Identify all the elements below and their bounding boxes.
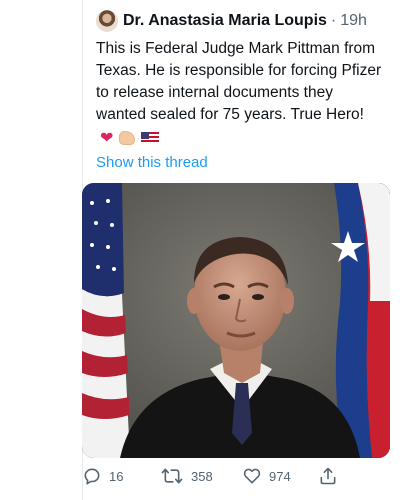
tweet-photo[interactable] bbox=[82, 183, 390, 458]
reply-icon bbox=[84, 468, 100, 485]
tweet-timestamp[interactable]: 19h bbox=[340, 12, 367, 30]
like-button[interactable]: 974 bbox=[242, 466, 291, 486]
avatar[interactable] bbox=[96, 10, 118, 32]
share-icon bbox=[320, 467, 336, 485]
share-button[interactable] bbox=[318, 466, 338, 486]
emoji-group: ❤ bbox=[100, 130, 160, 147]
header-separator: · bbox=[330, 12, 337, 29]
tweet-text: This is Federal Judge Mark Pittman from … bbox=[96, 38, 386, 148]
reply-count: 16 bbox=[109, 468, 124, 484]
portrait-photo-illustration bbox=[82, 183, 390, 458]
show-thread-link[interactable]: Show this thread bbox=[96, 154, 208, 171]
like-count: 974 bbox=[269, 468, 291, 484]
retweet-count: 358 bbox=[191, 468, 213, 484]
retweet-icon bbox=[161, 468, 183, 484]
tweet[interactable]: Dr. Anastasia Maria Loupis · 19h This is… bbox=[96, 8, 396, 172]
heart-emoji-icon: ❤ bbox=[100, 130, 114, 147]
tweet-actions: 16 358 974 bbox=[82, 466, 342, 490]
heart-icon bbox=[243, 468, 261, 484]
tweet-body: This is Federal Judge Mark Pittman from … bbox=[96, 40, 382, 123]
flexed-biceps-emoji-icon bbox=[119, 131, 136, 145]
tweet-header: Dr. Anastasia Maria Loupis · 19h bbox=[96, 8, 396, 34]
reply-button[interactable]: 16 bbox=[82, 466, 123, 486]
us-flag-emoji-icon bbox=[141, 132, 160, 144]
author-name[interactable]: Dr. Anastasia Maria Loupis bbox=[123, 12, 327, 30]
retweet-button[interactable]: 358 bbox=[160, 466, 213, 486]
